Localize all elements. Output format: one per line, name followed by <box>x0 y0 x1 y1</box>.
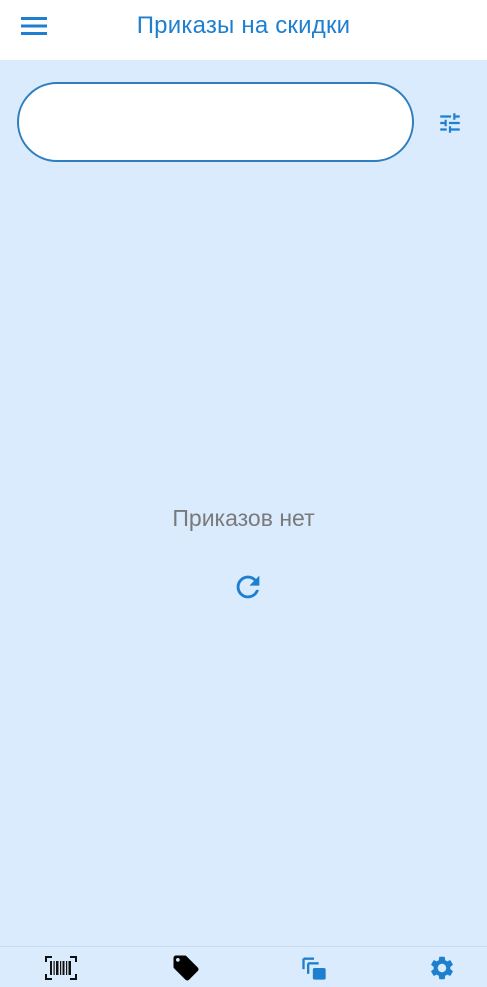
empty-state-message: Приказов нет <box>172 505 315 531</box>
page-title: Приказы на скидки <box>136 12 351 39</box>
gear-icon <box>431 956 453 979</box>
main-content: Приказов нет <box>0 60 487 946</box>
filter-sliders-icon <box>440 113 460 133</box>
refresh-icon <box>236 575 260 599</box>
bottom-navigation <box>0 946 487 987</box>
filter-button[interactable] <box>432 106 468 140</box>
copy-layers-icon <box>302 957 326 980</box>
barcode-scanner-icon <box>45 955 77 980</box>
search-field[interactable] <box>17 82 414 162</box>
search-input[interactable] <box>19 84 412 160</box>
top-app-bar: Приказы на скидки <box>0 0 487 60</box>
nav-discount-orders-button[interactable] <box>162 947 210 987</box>
refresh-button[interactable] <box>228 567 268 607</box>
nav-copies-button[interactable] <box>290 947 338 987</box>
nav-settings-button[interactable] <box>418 947 466 987</box>
tag-icon <box>173 955 199 980</box>
app-root: Приказы на скидки Приказов нет <box>0 0 487 987</box>
nav-scan-button[interactable] <box>37 947 85 987</box>
